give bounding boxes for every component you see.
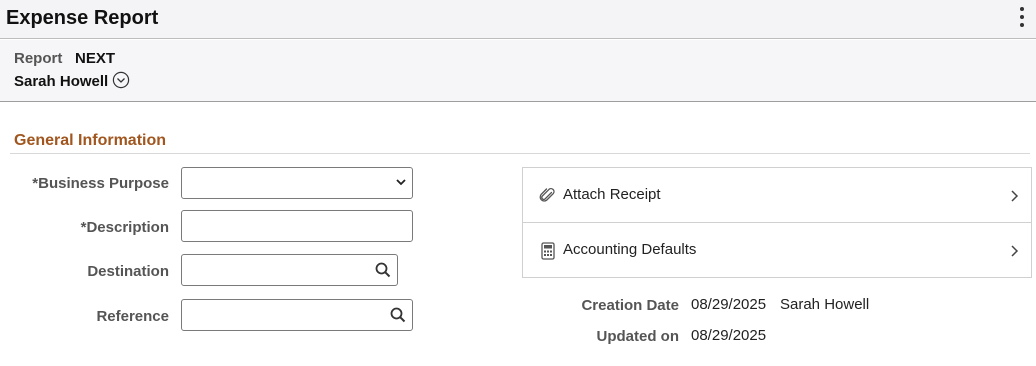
reference-label: Reference xyxy=(96,308,169,325)
kebab-dot xyxy=(1020,15,1024,19)
destination-label: Destination xyxy=(87,263,169,280)
accounting-defaults-card[interactable]: Accounting Defaults xyxy=(522,222,1032,278)
accounting-defaults-label: Accounting Defaults xyxy=(563,241,697,258)
description-input[interactable] xyxy=(181,210,413,242)
title-bar: Expense Report xyxy=(0,0,1036,39)
updated-on-value: 08/29/2025 xyxy=(691,327,767,344)
report-header: Report NEXT Sarah Howell xyxy=(0,40,1036,102)
paperclip-icon xyxy=(539,187,555,202)
report-id: NEXT xyxy=(75,50,116,67)
section-divider xyxy=(10,153,1030,154)
kebab-dot xyxy=(1020,7,1024,11)
search-icon[interactable] xyxy=(375,262,391,278)
report-label: Report xyxy=(14,50,63,67)
section-title-general-information: General Information xyxy=(14,132,167,149)
kebab-dot xyxy=(1020,23,1024,27)
business-purpose-select[interactable] xyxy=(181,167,413,199)
search-icon[interactable] xyxy=(390,307,406,323)
destination-input[interactable] xyxy=(181,254,398,286)
updated-on-label: Updated on xyxy=(596,328,680,345)
reference-input[interactable] xyxy=(181,299,413,331)
created-by-value: Sarah Howell xyxy=(780,296,870,313)
attach-receipt-card[interactable]: Attach Receipt xyxy=(522,167,1032,223)
employee-name: Sarah Howell xyxy=(14,73,109,90)
page-title: Expense Report xyxy=(6,7,159,29)
creation-date-label: Creation Date xyxy=(581,297,679,314)
chevron-right-icon xyxy=(1011,245,1019,257)
chevron-right-icon xyxy=(1011,190,1019,202)
attach-receipt-label: Attach Receipt xyxy=(563,186,661,203)
actions-menu-icon[interactable] xyxy=(1015,6,1029,28)
chevron-down-circle-icon[interactable] xyxy=(112,71,130,89)
business-purpose-label: *Business Purpose xyxy=(32,175,169,192)
description-label: *Description xyxy=(80,219,169,236)
calculator-icon xyxy=(541,242,555,260)
creation-date-value: 08/29/2025 xyxy=(691,296,767,313)
chevron-down-icon xyxy=(396,179,406,186)
